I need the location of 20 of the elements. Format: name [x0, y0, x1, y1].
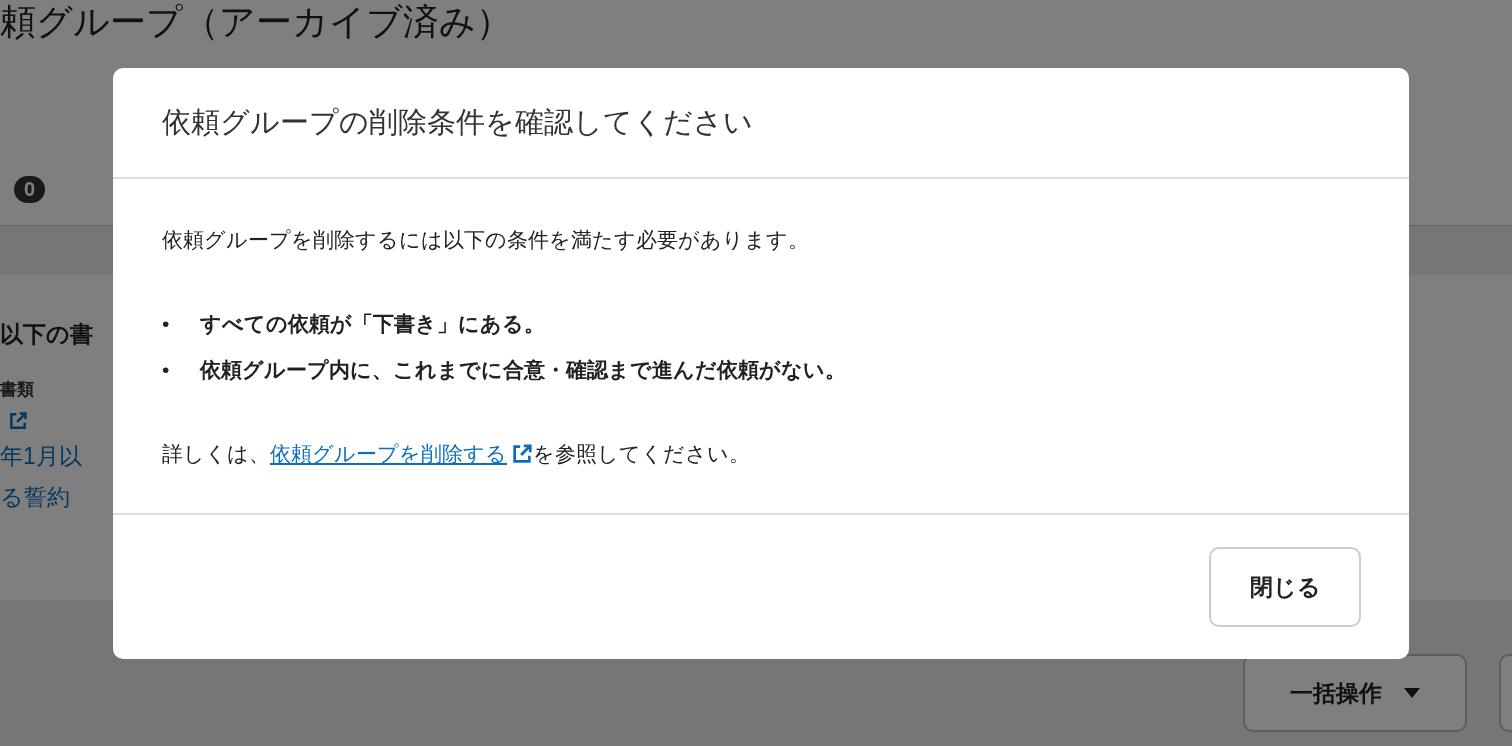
- bullet: •: [162, 357, 171, 383]
- note-text: 詳しくは、依頼グループを削除する を参照してください。: [162, 437, 750, 471]
- intro-text: 依頼グループを削除するには以下の条件を満たす必要があります。: [162, 227, 809, 253]
- external-link-icon: [8, 411, 28, 431]
- caret-icon: [1404, 688, 1420, 698]
- condition-item: 依頼グループ内に、これまでに合意・確認まで進んだ依頼がない。: [200, 357, 846, 384]
- count-badge: 0: [14, 176, 46, 203]
- bulk-action-button[interactable]: 一括操作: [1243, 654, 1467, 732]
- document-link[interactable]: る誓約: [0, 482, 70, 513]
- external-link[interactable]: [8, 411, 28, 431]
- dialog-title: 依頼グループの削除条件を確認してください: [162, 104, 753, 140]
- external-link-icon: [511, 443, 533, 465]
- page-title: 頼グループ（アーカイブ済み）: [0, 0, 513, 44]
- card-heading: 以下の書: [0, 320, 93, 349]
- bullet: •: [162, 311, 171, 337]
- help-link[interactable]: 依頼グループを削除する: [270, 437, 533, 471]
- document-link[interactable]: 年1月以: [0, 441, 82, 472]
- close-button[interactable]: 閉じる: [1209, 547, 1361, 627]
- field-label: 書類: [0, 379, 34, 401]
- condition-item: すべての依頼が「下書き」にある。: [200, 311, 545, 338]
